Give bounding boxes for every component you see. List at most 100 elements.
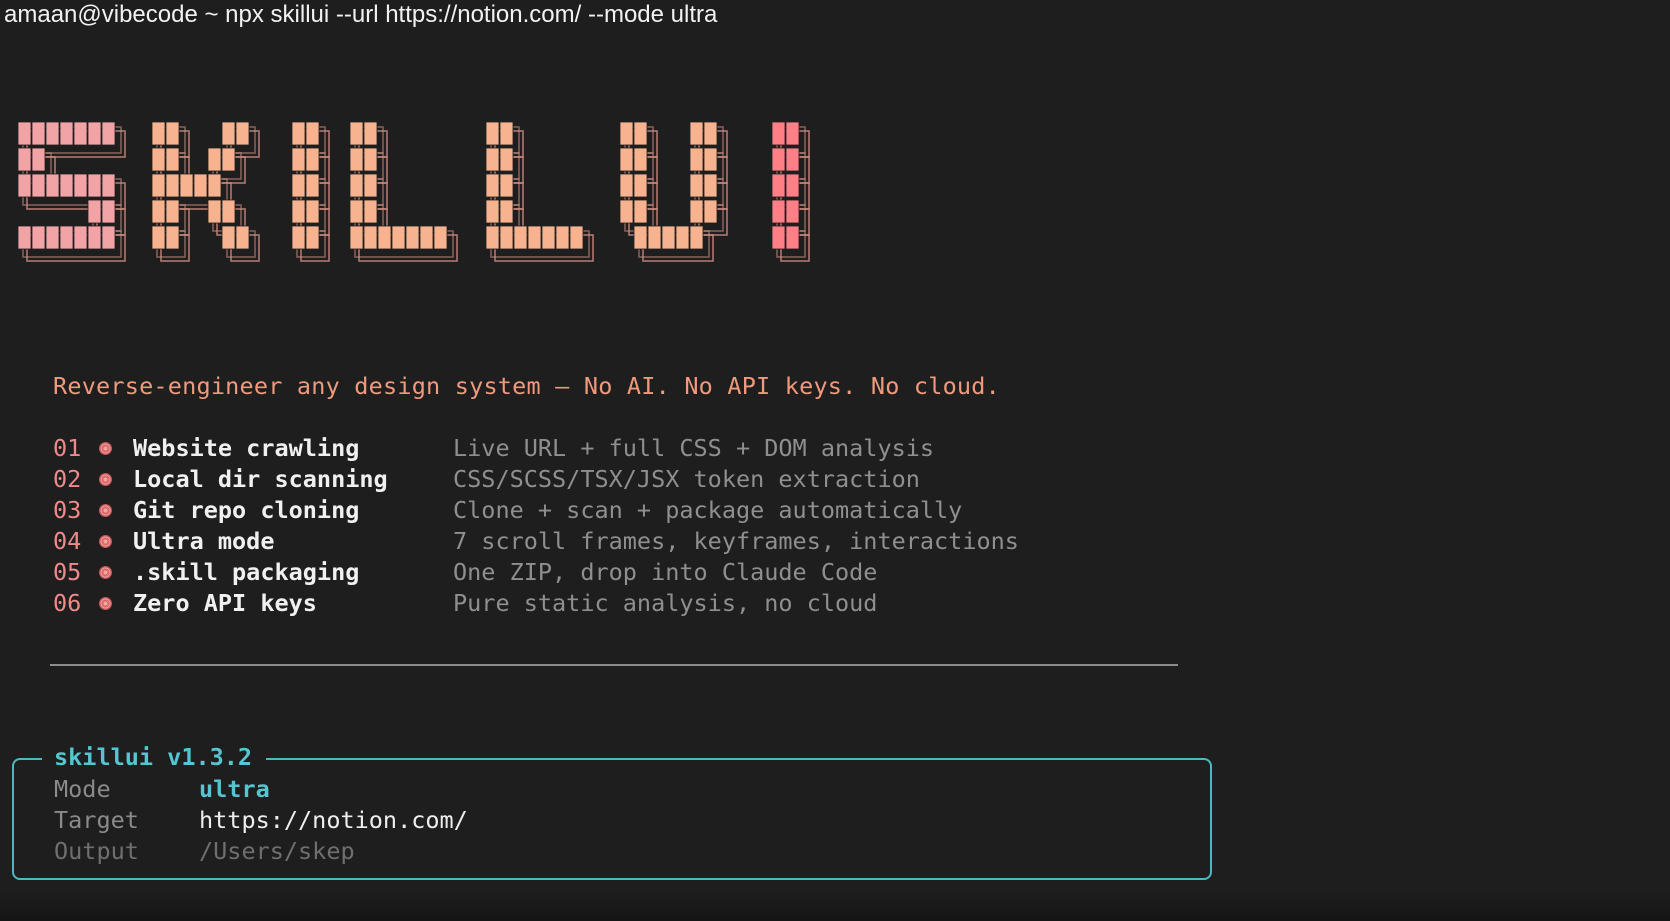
- logo-block: [363, 121, 378, 146]
- logo-block: [689, 173, 704, 198]
- logo-block: [349, 225, 364, 250]
- logo-block: [363, 173, 378, 198]
- logo-block: [527, 225, 542, 250]
- logo-block: [235, 121, 250, 146]
- feature-number: 05: [53, 558, 82, 586]
- mode-value: ultra: [199, 775, 270, 803]
- logo-block: [207, 199, 222, 224]
- logo-letter-k: [151, 121, 260, 262]
- pink-dot-icon: [99, 597, 112, 610]
- feature-number: 04: [53, 527, 82, 555]
- logo-block: [165, 147, 180, 172]
- logo-block: [619, 173, 634, 198]
- logo-block: [221, 121, 236, 146]
- logo-block: [377, 225, 392, 250]
- logo-block: [485, 147, 500, 172]
- logo-block: [703, 121, 718, 146]
- pink-dot-icon: [99, 504, 112, 517]
- logo-block: [45, 121, 60, 146]
- feature-title: Git repo cloning: [133, 496, 360, 524]
- logo-block: [349, 173, 364, 198]
- logo-block: [675, 225, 690, 250]
- logo-block: [647, 225, 662, 250]
- feature-number: 03: [53, 496, 82, 524]
- logo-block: [485, 173, 500, 198]
- logo-block: [541, 225, 556, 250]
- logo-block: [785, 225, 800, 250]
- logo-block: [207, 147, 222, 172]
- logo-block: [391, 225, 406, 250]
- logo-block: [179, 173, 194, 198]
- logo-block: [221, 147, 236, 172]
- command-prompt[interactable]: amaan@vibecode ~ npx skillui --url https…: [4, 0, 717, 30]
- logo-block: [87, 199, 102, 224]
- logo-block: [31, 173, 46, 198]
- logo-block: [499, 173, 514, 198]
- feature-description: Clone + scan + package automatically: [453, 496, 963, 524]
- logo-block: [151, 121, 166, 146]
- logo-letter-l2: [485, 121, 594, 262]
- logo-block: [513, 225, 528, 250]
- pink-dot-icon: [99, 442, 112, 455]
- feature-number: 06: [53, 589, 82, 617]
- logo-block: [785, 121, 800, 146]
- logo-block: [771, 173, 786, 198]
- tagline: Reverse-engineer any design system — No …: [53, 372, 1000, 400]
- logo-block: [151, 199, 166, 224]
- logo-block: [221, 199, 236, 224]
- logo-block: [17, 121, 32, 146]
- logo-block: [485, 225, 500, 250]
- logo-block: [363, 225, 378, 250]
- logo-block: [785, 147, 800, 172]
- logo-block: [633, 225, 648, 250]
- feature-title: Zero API keys: [133, 589, 317, 617]
- logo-block: [305, 225, 320, 250]
- logo-block: [31, 121, 46, 146]
- logo-block: [619, 199, 634, 224]
- horizontal-divider: [50, 664, 1178, 666]
- feature-title: .skill packaging: [133, 558, 360, 586]
- logo-block: [59, 225, 74, 250]
- logo-block: [771, 225, 786, 250]
- logo-letter-i1: [291, 121, 330, 262]
- logo-block: [433, 225, 448, 250]
- logo-block: [619, 147, 634, 172]
- feature-description: 7 scroll frames, keyframes, interactions: [453, 527, 1019, 555]
- logo-block: [73, 225, 88, 250]
- logo-block: [633, 199, 648, 224]
- logo-block: [165, 173, 180, 198]
- logo-block: [569, 225, 584, 250]
- logo-block: [499, 225, 514, 250]
- logo-block: [165, 199, 180, 224]
- session-info-box: skillui v1.3.2 Mode ultra Target https:/…: [12, 740, 1212, 880]
- feature-description: Live URL + full CSS + DOM analysis: [453, 434, 935, 462]
- logo-block: [59, 173, 74, 198]
- logo-block: [619, 121, 634, 146]
- logo-block: [165, 121, 180, 146]
- logo-block: [291, 173, 306, 198]
- target-url[interactable]: https://notion.com/: [199, 805, 468, 836]
- logo-block: [291, 199, 306, 224]
- feature-number: 01: [53, 434, 82, 462]
- logo-block: [349, 121, 364, 146]
- logo-block: [363, 199, 378, 224]
- logo-block: [485, 121, 500, 146]
- logo-letter-i2: [771, 121, 810, 262]
- logo-block: [305, 147, 320, 172]
- logo-block: [151, 147, 166, 172]
- pink-dot-icon: [99, 535, 112, 548]
- feature-description: Pure static analysis, no cloud: [453, 589, 878, 617]
- logo-block: [785, 173, 800, 198]
- logo-block: [485, 199, 500, 224]
- feature-number: 02: [53, 465, 82, 493]
- logo-block: [771, 147, 786, 172]
- logo-block: [291, 121, 306, 146]
- logo-block: [73, 173, 88, 198]
- logo-block: [165, 225, 180, 250]
- logo-block: [31, 147, 46, 172]
- logo-block: [45, 225, 60, 250]
- logo-block: [633, 173, 648, 198]
- logo-block: [221, 225, 236, 250]
- logo-block: [101, 199, 116, 224]
- logo-block: [17, 173, 32, 198]
